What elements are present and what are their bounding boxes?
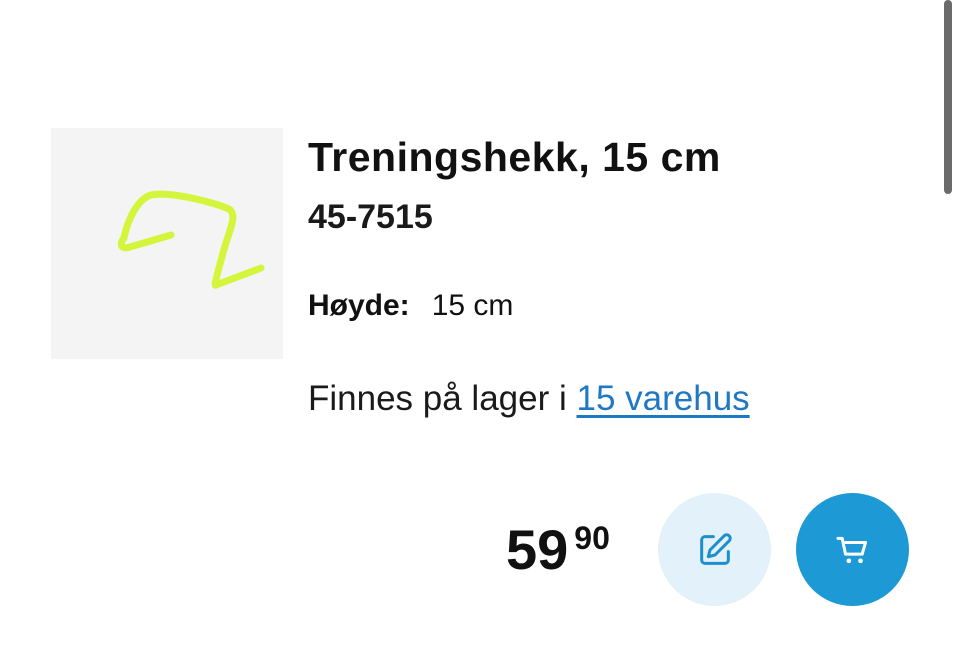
spec-label: Høyde:	[308, 289, 410, 322]
scrollbar[interactable]	[944, 0, 952, 194]
spec-row: Høyde: 15 cm	[308, 288, 513, 324]
add-to-cart-button[interactable]	[796, 493, 909, 606]
product-title[interactable]: Treningshekk, 15 cm	[308, 133, 721, 181]
price-decimal: 90	[574, 520, 610, 556]
pencil-square-icon	[699, 532, 732, 565]
product-image[interactable]	[51, 128, 283, 359]
price: 59 90	[506, 520, 610, 580]
stock-stores-link[interactable]: 15 varehus	[576, 379, 749, 418]
shopping-cart-icon	[836, 536, 867, 563]
stock-status: Finnes på lager i 15 varehus	[308, 378, 750, 420]
spec-value: 15 cm	[431, 289, 514, 322]
hurdle-image	[117, 190, 265, 289]
edit-list-button[interactable]	[658, 493, 771, 606]
product-sku: 45-7515	[308, 198, 433, 236]
stock-text: Finnes på lager i	[308, 379, 577, 418]
price-integer: 59	[506, 518, 569, 581]
